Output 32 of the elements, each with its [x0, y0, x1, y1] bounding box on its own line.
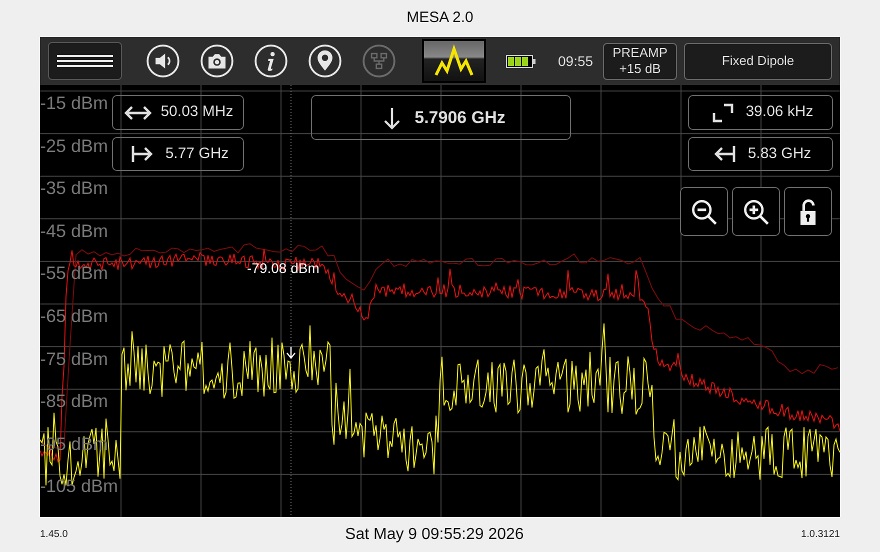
- window-title: MESA 2.0: [406, 8, 474, 28]
- menu-button[interactable]: [48, 42, 122, 80]
- marker-arrow-icon: [286, 346, 296, 360]
- unlock-button[interactable]: [784, 187, 832, 236]
- axis-label: -15 dBm: [40, 93, 108, 113]
- axis-label: -35 dBm: [40, 178, 108, 198]
- map-pin-button[interactable]: [308, 44, 342, 78]
- menu-icon: [57, 54, 113, 68]
- axis-label: -45 dBm: [40, 220, 108, 241]
- info-button[interactable]: [254, 44, 288, 78]
- zoom-in-button[interactable]: [732, 187, 780, 236]
- center-frequency-button[interactable]: 5.7906 GHz: [311, 95, 571, 140]
- preamp-button[interactable]: PREAMP +15 dB: [603, 42, 678, 80]
- zoom-in-icon: [742, 198, 770, 226]
- axis-label: -105 dBm: [40, 476, 118, 496]
- battery-icon: [506, 54, 536, 68]
- marker-reading: -79.08 dBm: [247, 259, 320, 278]
- stop-frequency-button[interactable]: 5.83 GHz: [688, 137, 833, 171]
- date-time: Sat May 9 09:55:29 2026: [345, 524, 524, 544]
- antenna-button[interactable]: Fixed Dipole: [684, 42, 832, 80]
- axis-label: -25 dBm: [40, 136, 108, 156]
- bandwidth-button[interactable]: 39.06 kHz: [688, 95, 833, 130]
- build-version: 1.0.3121: [801, 528, 840, 542]
- zoom-out-icon: [690, 198, 718, 226]
- start-frequency-button[interactable]: 5.77 GHz: [112, 137, 244, 171]
- zoom-out-button[interactable]: [680, 187, 728, 236]
- app-version: 1.45.0: [40, 528, 68, 542]
- spectrum-view-button[interactable]: [422, 39, 486, 83]
- clock-time: 09:55: [558, 52, 594, 70]
- camera-button[interactable]: [200, 44, 234, 78]
- sound-button[interactable]: [146, 44, 180, 78]
- span-button[interactable]: 50.03 MHz: [112, 95, 244, 130]
